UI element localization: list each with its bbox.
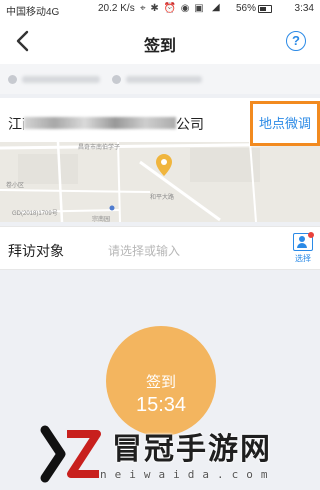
- select-label: 选择: [295, 254, 311, 263]
- visit-target-input[interactable]: 请选择或输入: [108, 242, 180, 259]
- carrier-name: 中国移动4G: [6, 7, 60, 18]
- network-speed: 20.2 K/s: [98, 3, 135, 14]
- blurred-text: [22, 76, 100, 83]
- select-contact-button[interactable]: 选择: [292, 232, 314, 264]
- checkin-time: 15:34: [135, 394, 187, 416]
- watermark-title: 冒冠手游网: [112, 432, 272, 467]
- redacted-address: [24, 117, 176, 129]
- battery-level: 56%: [236, 3, 257, 14]
- address-prefix: 江西: [8, 116, 24, 132]
- info-dot-icon: [8, 75, 17, 84]
- clock: 3:34: [294, 3, 314, 14]
- page-title: 签到: [143, 38, 176, 55]
- location-map[interactable]: 昌奇市南伯学子 卷小区 GD(2018)1709号 宗南园 和平大路: [0, 142, 320, 222]
- signal-icon: ◢: [212, 2, 220, 13]
- visit-target-row: 拜访对象 请选择或输入 选择: [0, 226, 320, 270]
- status-bar: 中国移动4G 20.2 K/s ⌖ ✱ ⏰ ◉ ▣ ◢ 56% 3:34: [0, 0, 320, 18]
- blurred-text: [126, 76, 202, 83]
- map-label: 卷小区: [6, 183, 25, 189]
- watermark-logo: [40, 425, 101, 483]
- info-dot-icon: [112, 75, 121, 84]
- help-icon[interactable]: ?: [286, 31, 306, 51]
- visit-target-label: 拜访对象: [8, 243, 64, 259]
- map-label: 宗南园: [92, 217, 111, 222]
- status-icons: ⌖ ✱ ⏰ ◉ ▣: [140, 3, 205, 14]
- contact-card-icon: [293, 232, 314, 251]
- blurred-info-row: [0, 64, 320, 94]
- map-label: 昌奇市南伯学子: [78, 145, 121, 151]
- map-label: 和平大路: [150, 195, 175, 201]
- checkin-label: 签到: [145, 374, 176, 391]
- battery-icon: [258, 5, 272, 13]
- nav-bar: 签到 ?: [0, 18, 320, 64]
- address-suffix: 公司: [176, 116, 204, 132]
- notification-dot: [308, 232, 314, 238]
- address-text: 江西 公司: [8, 114, 204, 134]
- watermark-url: neiwaida.com: [100, 468, 276, 481]
- watermark: 冒冠手游网 neiwaida.com: [0, 418, 320, 490]
- map-label: GD(2018)1709号: [12, 211, 58, 217]
- location-adjust-button[interactable]: 地点微调: [250, 101, 320, 146]
